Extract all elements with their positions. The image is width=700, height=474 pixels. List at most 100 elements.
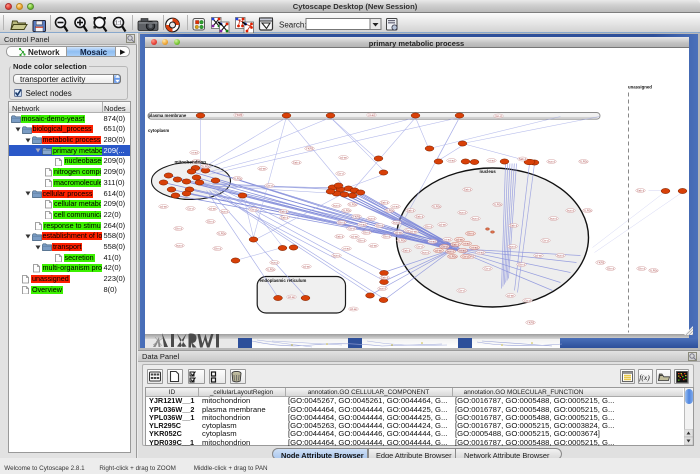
svg-text:Sab d: Sab d [406,208,414,212]
svg-text:nt-ad: nt-ad [448,158,455,162]
svg-text:plasma membrane: plasma membrane [148,113,186,118]
svg-text:Gn-d: Gn-d [266,183,273,187]
svg-text:YLR0c: YLR0c [397,238,406,242]
svg-text:nucleus: nucleus [479,169,496,174]
svg-text:cd-an: cd-an [395,230,402,234]
svg-text:cd-an: cd-an [507,293,514,297]
svg-text:bca d: bca d [333,253,340,257]
svg-text:Sab d: Sab d [335,234,343,238]
svg-text:Sab d: Sab d [380,275,388,279]
svg-text:bca d: bca d [379,286,386,290]
svg-text:cd-an: cd-an [259,166,266,170]
svg-text:bca d: bca d [509,244,516,248]
svg-text:Sab d: Sab d [636,188,644,192]
svg-text:Gn-d: Gn-d [484,266,491,270]
svg-text:1:1: 1:1 [115,20,122,26]
svg-text:bca d: bca d [393,220,400,224]
svg-text:Sab d: Sab d [415,214,423,218]
svg-text:Gn-d: Gn-d [187,206,194,210]
svg-text:YLR0c: YLR0c [649,268,658,272]
svg-text:nt-ad: nt-ad [471,245,478,249]
svg-text:YKR5: YKR5 [352,214,360,218]
svg-text:Gn-d: Gn-d [524,298,531,302]
svg-text:cd-an: cd-an [370,243,377,247]
svg-text:nt-ad: nt-ad [477,250,484,254]
svg-text:YKR5: YKR5 [305,146,313,150]
svg-text:Sab d: Sab d [463,187,471,191]
svg-text:endoplasmic reticulum: endoplasmic reticulum [259,278,306,283]
svg-text:YKR5: YKR5 [596,260,604,264]
svg-text:bca d: bca d [548,159,555,163]
svg-text:Gbr d: Gbr d [175,226,182,230]
svg-text:unassigned: unassigned [628,84,652,89]
svg-text:nt-ad: nt-ad [459,248,466,252]
svg-text:YLR0c: YLR0c [385,208,394,212]
svg-text:cd-an: cd-an [288,295,295,299]
svg-text:cd-an: cd-an [340,155,347,159]
svg-text:Gbr d: Gbr d [518,262,525,266]
svg-text:YLR0c: YLR0c [342,208,351,212]
svg-text:Gn-d: Gn-d [458,288,465,292]
svg-text:cd-an: cd-an [351,234,358,238]
svg-text:Sab d: Sab d [292,160,300,164]
svg-text:YLR0c: YLR0c [493,202,502,206]
svg-text:Gn-d: Gn-d [348,226,355,230]
svg-text:Gbr d: Gbr d [338,220,345,224]
svg-text:YKR5: YKR5 [234,113,242,117]
svg-text:Gn-d: Gn-d [462,254,469,258]
svg-text:Sab d: Sab d [451,242,459,246]
svg-text:bca d: bca d [221,209,228,213]
svg-text:cd-an: cd-an [456,237,463,241]
svg-text:Gbr d: Gbr d [607,266,614,270]
svg-text:bca d: bca d [271,260,278,264]
svg-text:Sab d: Sab d [509,223,517,227]
svg-text:cd-an: cd-an [535,253,542,257]
svg-text:bca d: bca d [422,250,429,254]
svg-text:Sab d: Sab d [280,215,288,219]
svg-text:cd-an: cd-an [439,222,446,226]
svg-text:bca d: bca d [459,210,466,214]
svg-text:Gbr d: Gbr d [383,234,390,238]
svg-text:Gn-d: Gn-d [250,207,257,211]
svg-text:Gn-d: Gn-d [542,238,549,242]
svg-text:YLR0c: YLR0c [448,254,457,258]
svg-text:bca d: bca d [176,243,183,247]
svg-text:YLR0c: YLR0c [579,159,588,163]
svg-text:Sab d: Sab d [402,248,410,252]
svg-text:Gbr d: Gbr d [214,246,221,250]
svg-text:YLR0c: YLR0c [432,204,441,208]
svg-text:mitochondrion: mitochondrion [174,159,206,164]
svg-text:YLR0c: YLR0c [233,176,242,180]
svg-text:YKR5: YKR5 [526,320,534,324]
svg-text:Gn-d: Gn-d [495,114,502,118]
svg-text:nt-ad: nt-ad [191,150,198,154]
svg-text:cd-an: cd-an [435,248,442,252]
svg-text:cd-an: cd-an [350,307,357,311]
svg-text:cd-an: cd-an [410,229,417,233]
svg-text:bca d: bca d [472,216,479,220]
svg-text:cd-an: cd-an [303,264,310,268]
svg-text:YLR0c: YLR0c [201,164,210,168]
svg-text:YLR0c: YLR0c [583,208,592,212]
svg-text:cytoplasm: cytoplasm [148,128,169,133]
svg-text:bca d: bca d [567,208,574,212]
svg-text:nt-ad: nt-ad [392,204,399,208]
svg-text:Gbr d: Gbr d [376,223,383,227]
svg-text:Gn-d: Gn-d [441,244,448,248]
svg-text:YLR0c: YLR0c [217,231,226,235]
svg-text:nt-ad: nt-ad [343,246,350,250]
svg-text:Gn-d: Gn-d [416,244,423,248]
svg-text:Gbr d: Gbr d [638,266,645,270]
svg-text:Gbr d: Gbr d [358,238,365,242]
svg-text:Gbr d: Gbr d [207,219,214,223]
svg-text:bca d: bca d [333,203,340,207]
svg-text:Gbr d: Gbr d [363,230,370,234]
svg-text:bca d: bca d [557,253,564,257]
svg-text:f(x): f(x) [639,373,650,382]
svg-text:nt-ad: nt-ad [488,158,495,162]
svg-text:YLR0c: YLR0c [348,202,357,206]
svg-text:YLR0c: YLR0c [266,267,275,271]
svg-text:nt-ad: nt-ad [359,222,366,226]
svg-text:Sab d: Sab d [380,200,388,204]
svg-text:cd-an: cd-an [209,206,216,210]
